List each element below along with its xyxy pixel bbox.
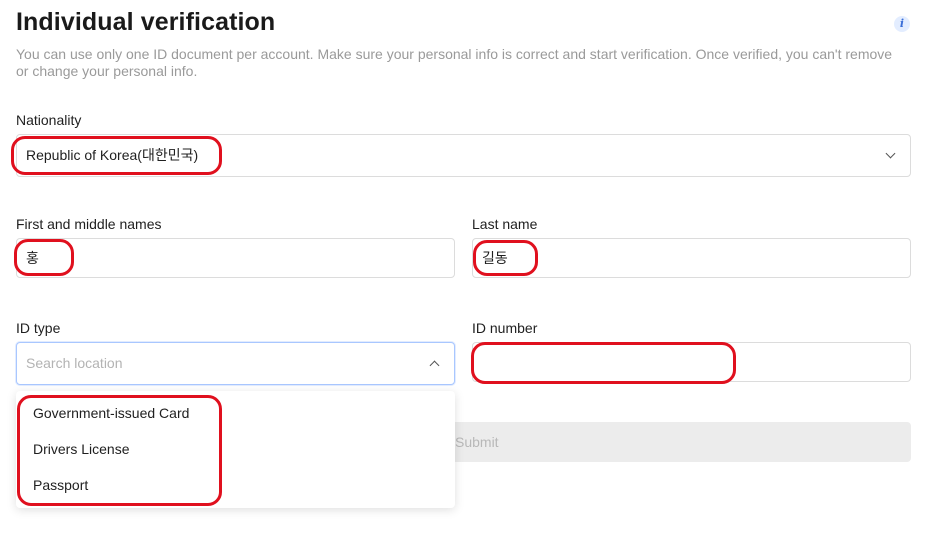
page-subtitle: You can use only one ID document per acc… — [16, 46, 893, 79]
id-type-label: ID type — [16, 320, 61, 336]
first-name-input[interactable]: 홍 — [16, 238, 455, 278]
last-name-input[interactable]: 길동 — [472, 238, 911, 278]
last-name-label: Last name — [472, 216, 538, 232]
nationality-label: Nationality — [16, 112, 82, 128]
nationality-value: Republic of Korea(대한민국) — [26, 147, 199, 163]
id-type-option-government-card[interactable]: Government-issued Card — [16, 395, 455, 431]
id-type-option-passport[interactable]: Passport — [16, 467, 455, 503]
last-name-value: 길동 — [482, 250, 508, 266]
id-type-dropdown: Government-issued Card Drivers License P… — [16, 391, 455, 508]
first-name-value: 홍 — [26, 250, 39, 266]
page-title: Individual verification — [16, 8, 276, 36]
info-icon[interactable]: i — [894, 16, 910, 32]
submit-label: Submit — [455, 434, 499, 450]
id-number-input[interactable] — [472, 342, 911, 382]
id-type-option-drivers-license[interactable]: Drivers License — [16, 431, 455, 467]
chevron-down-icon — [885, 148, 896, 159]
id-number-label: ID number — [472, 320, 538, 336]
id-type-search-input[interactable]: Search location — [16, 342, 455, 385]
chevron-up-icon — [429, 360, 440, 371]
first-name-label: First and middle names — [16, 216, 162, 232]
nationality-select[interactable]: Republic of Korea(대한민국) — [16, 134, 911, 177]
submit-button[interactable]: Submit — [450, 422, 911, 462]
id-type-placeholder: Search location — [26, 355, 123, 371]
